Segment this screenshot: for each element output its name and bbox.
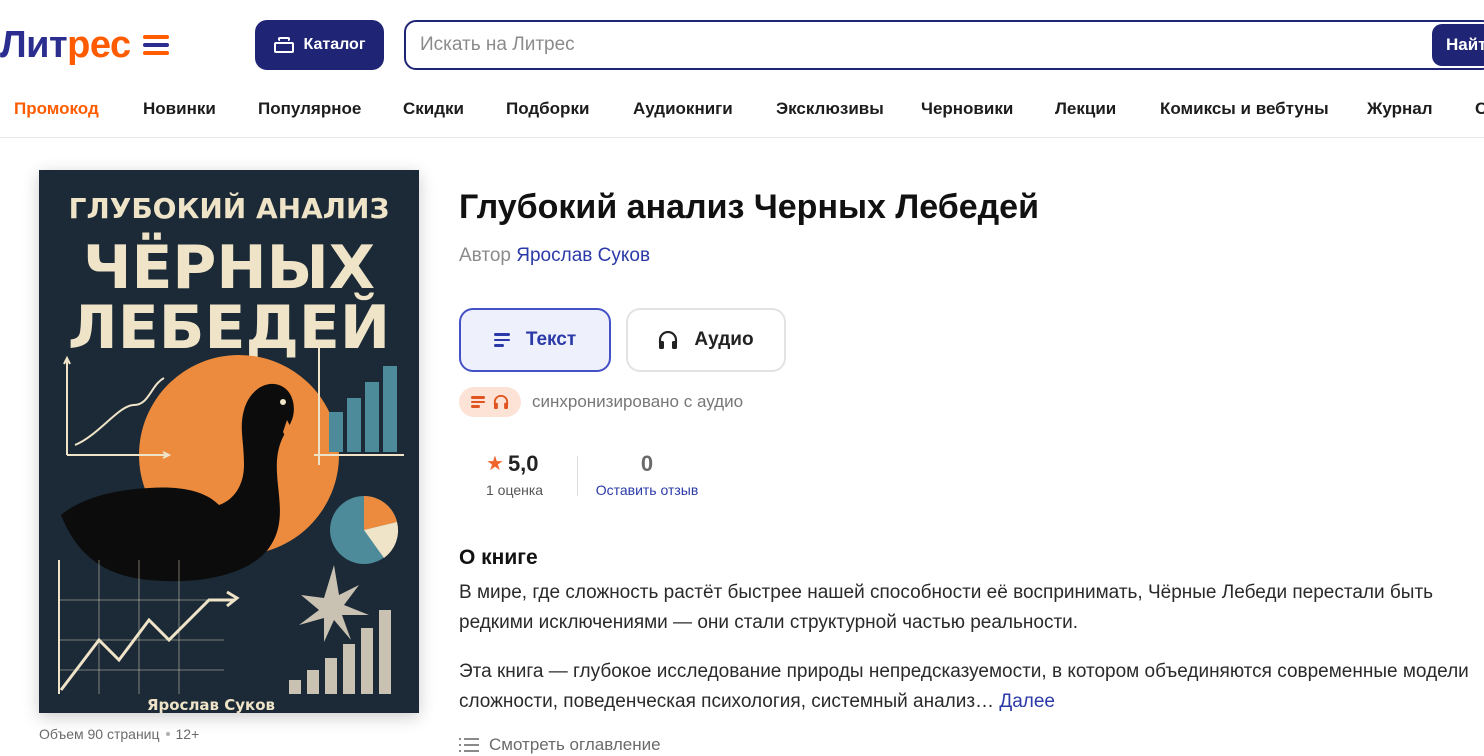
catalog-button[interactable]: Каталог xyxy=(255,20,384,70)
headphones-icon xyxy=(659,331,678,349)
cover-title-line3: ЛЕБЕДЕЙ xyxy=(68,291,390,363)
page-count: Объем 90 страниц xyxy=(39,726,160,742)
catalog-label: Каталог xyxy=(303,36,366,53)
nav-item-exclusives[interactable]: Эксклюзивы xyxy=(776,92,884,126)
toc-link[interactable]: Смотреть оглавление xyxy=(459,734,661,756)
search-button-label: Найт xyxy=(1446,35,1484,54)
description-paragraph-2: Эта книга — глубокое исследование природ… xyxy=(459,657,1484,717)
cover-title-line1: ГЛУБОКИЙ АНАЛИЗ xyxy=(69,191,390,225)
main-nav: Промокод Новинки Популярное Скидки Подбо… xyxy=(0,92,1484,126)
rating-block: ★ 5,0 1 оценка xyxy=(486,450,543,498)
author-prefix: Автор xyxy=(459,245,511,266)
logo-mark-icon xyxy=(142,33,171,57)
nav-item-promocode[interactable]: Промокод xyxy=(14,92,99,126)
description-paragraph-1: В мире, где сложность растёт быстрее наш… xyxy=(459,582,1434,633)
nav-item-audiobooks[interactable]: Аудиокниги xyxy=(633,92,733,126)
rating-number: 5,0 xyxy=(507,451,539,476)
litres-logo[interactable]: Литрес xyxy=(0,22,171,68)
nav-item-more[interactable]: С xyxy=(1475,92,1484,126)
rating-count: 1 оценка xyxy=(486,482,544,498)
book-cover[interactable]: ГЛУБОКИЙ АНАЛИЗ ЧЁРНЫХ ЛЕБЕДЕЙ Ярослав С… xyxy=(39,170,419,713)
nav-item-drafts[interactable]: Черновики xyxy=(921,92,1013,126)
search-input[interactable] xyxy=(406,22,1406,68)
nav-item-collections[interactable]: Подборки xyxy=(506,92,589,126)
author-line: Автор Ярослав Суков xyxy=(459,244,650,268)
more-link[interactable]: Далее xyxy=(999,691,1055,712)
search-bar: Найт xyxy=(404,20,1484,70)
search-button[interactable]: Найт xyxy=(1432,24,1484,66)
headphones-sync-icon xyxy=(493,395,509,409)
meta-dot xyxy=(165,732,170,736)
age-rating: 12+ xyxy=(175,726,200,742)
nav-item-discounts[interactable]: Скидки xyxy=(403,92,464,126)
nav-item-lectures[interactable]: Лекции xyxy=(1055,92,1116,126)
rating-value: ★ 5,0 xyxy=(486,450,543,478)
text-lines-icon xyxy=(493,333,510,347)
book-meta: Объем 90 страниц 12+ xyxy=(39,726,199,742)
toc-label: Смотреть оглавление xyxy=(489,735,661,754)
catalog-icon xyxy=(273,37,294,53)
review-count: 0 xyxy=(640,451,654,476)
nav-item-journal[interactable]: Журнал xyxy=(1367,92,1433,126)
sync-badge xyxy=(459,387,521,417)
logo-text: Литрес xyxy=(0,24,131,66)
book-title: Глубокий анализ Черных Лебедей xyxy=(459,188,1039,226)
nav-item-popular[interactable]: Популярное xyxy=(258,92,361,126)
cover-art: ГЛУБОКИЙ АНАЛИЗ ЧЁРНЫХ ЛЕБЕДЕЙ Ярослав С… xyxy=(39,170,419,713)
review-block: 0 Оставить отзыв xyxy=(587,450,707,498)
text-sync-icon xyxy=(471,396,485,408)
format-text-button[interactable]: Текст xyxy=(459,308,611,372)
star-icon: ★ xyxy=(486,453,504,475)
nav-item-comics[interactable]: Комиксы и вебтуны xyxy=(1160,92,1329,126)
leave-review-link[interactable]: Оставить отзыв xyxy=(587,482,707,498)
about-heading: О книге xyxy=(459,546,538,569)
cover-author: Ярослав Суков xyxy=(147,696,275,713)
cover-pie-chart xyxy=(330,496,399,564)
author-link[interactable]: Ярослав Суков xyxy=(516,245,650,266)
nav-item-new[interactable]: Новинки xyxy=(143,92,216,126)
rating-separator xyxy=(577,456,578,496)
header: Литрес Каталог Найт xyxy=(0,0,1484,90)
header-divider xyxy=(0,137,1484,138)
sync-text: синхронизировано с аудио xyxy=(532,392,744,411)
format-audio-button[interactable]: Аудио xyxy=(626,308,786,372)
format-audio-label: Аудио xyxy=(694,329,754,350)
format-text-label: Текст xyxy=(525,329,577,350)
description-text-2: Эта книга — глубокое исследование природ… xyxy=(459,661,1469,712)
list-icon xyxy=(459,738,479,752)
